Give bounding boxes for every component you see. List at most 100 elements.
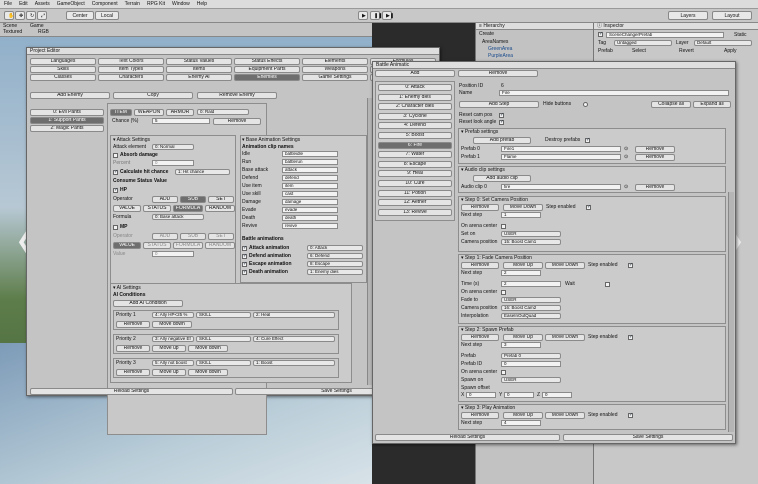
scale-tool-icon[interactable]: ⤢	[37, 11, 47, 20]
step-2-remove-button[interactable]: Remove	[461, 334, 499, 341]
priority-action-dropdown[interactable]: 1: Boost	[253, 360, 335, 366]
audio-clip-field[interactable]: fire	[501, 184, 621, 190]
anim-clip-field[interactable]: evade	[282, 207, 338, 213]
animation-list-item[interactable]: 9: Heal	[378, 170, 452, 178]
tab-tabs_row2-4[interactable]: Weapons	[302, 66, 368, 73]
step-3-header[interactable]: ▾ Step 3: Play Animation	[461, 405, 515, 411]
step-1-interp-dropdown[interactable]: EaseInOutQuad	[501, 313, 561, 319]
step-2-prefab-id-field[interactable]: 0	[501, 361, 561, 367]
priority-move-down-button[interactable]: Move down	[188, 345, 228, 352]
active-checkbox[interactable]: ✓	[598, 32, 603, 37]
step-0-next-step-field[interactable]: 1	[501, 212, 541, 218]
menu-item[interactable]: GameObject	[57, 1, 85, 7]
step-icon[interactable]: ▶❚	[382, 11, 394, 20]
drop-tab-weapon[interactable]: WEAPON	[134, 109, 164, 116]
battle-anim-dropdown[interactable]: 8: Escape	[307, 261, 363, 267]
step-2-spawn-on-dropdown[interactable]: USER	[501, 377, 561, 383]
step-0-cam-pos-dropdown[interactable]: 15: Boost Cam1	[501, 239, 561, 245]
ba-reload-settings-button[interactable]: Reload Settings	[375, 434, 560, 441]
step-2-arena-checkbox[interactable]	[501, 370, 506, 375]
step-2-move-down-button[interactable]: Move Down	[545, 334, 585, 341]
reset-cam-checkbox[interactable]: ✓	[499, 113, 504, 118]
add-step-button[interactable]: Add Step	[459, 101, 539, 108]
priority-condition-dropdown[interactable]: 3: Ally negative Ef	[152, 336, 194, 342]
priority-move-down-button[interactable]: Move down	[152, 321, 192, 328]
animation-list-item[interactable]: 5: Boost	[378, 132, 452, 139]
step-1-cam-pos-dropdown[interactable]: 16: Boost Cam2	[501, 305, 561, 311]
menu-item[interactable]: File	[4, 1, 12, 7]
step-1-remove-button[interactable]: Remove	[461, 262, 499, 269]
anim-clip-field[interactable]: damage	[282, 199, 338, 205]
hp-checkbox[interactable]: ✓	[113, 188, 118, 193]
object-picker-icon[interactable]: ⊙	[624, 146, 628, 152]
absorb-damage-checkbox[interactable]	[113, 153, 118, 158]
menu-item[interactable]: Window	[172, 1, 190, 7]
layers-dropdown[interactable]: Layers	[668, 11, 708, 20]
animation-list-item[interactable]: 7: Water	[378, 151, 452, 159]
animation-list-item[interactable]: 10: Cure	[378, 180, 452, 187]
priority-remove-button[interactable]: Remove	[116, 369, 150, 376]
drop-tab-item[interactable]: ITEM	[110, 109, 132, 116]
tag-dropdown[interactable]: Untagged	[614, 40, 672, 46]
animation-list-item[interactable]: 1: Enemy dies	[378, 93, 452, 101]
object-picker-icon[interactable]: ⊙	[624, 154, 628, 160]
prefab-revert-button[interactable]: Revert	[679, 48, 694, 54]
remove-prefab-button[interactable]: Remove	[635, 146, 675, 153]
op-set-button[interactable]: SET	[208, 196, 234, 203]
remove-drop-button[interactable]: Remove	[213, 118, 261, 125]
audio-settings-header[interactable]: ▾ Audio clip settings	[461, 167, 505, 173]
animation-list-item[interactable]: 4: Defend	[378, 122, 452, 130]
copy-button[interactable]: Copy	[113, 92, 193, 99]
reset-look-checkbox[interactable]: ✓	[499, 120, 504, 125]
anim-clip-field[interactable]: revive	[282, 223, 338, 229]
play-icon[interactable]: ▶	[358, 11, 368, 20]
anim-clip-field[interactable]: cast	[282, 191, 338, 197]
anim-clip-field[interactable]: defend	[282, 175, 338, 181]
val-status-button[interactable]: STATUS	[143, 205, 171, 212]
battle-anim-checkbox[interactable]: ✓	[242, 254, 247, 259]
tab-tabs_row2-2[interactable]: Items	[166, 66, 232, 73]
remove-audio-button[interactable]: Remove	[635, 184, 675, 191]
step-0-header[interactable]: ▾ Step 0: Set Camera Position	[461, 197, 528, 203]
add-enemy-button[interactable]: Add Enemy	[30, 92, 110, 99]
val-formula-button[interactable]: FORMULA	[173, 205, 203, 212]
offset-x-field[interactable]: 0	[466, 392, 496, 398]
battle-anim-checkbox[interactable]: ✓	[242, 262, 247, 267]
tab-tabs_row1-4[interactable]: Elements	[302, 58, 368, 65]
step-2-next-step-field[interactable]: 3	[501, 342, 541, 348]
chance-field[interactable]: 5	[152, 118, 210, 124]
step-2-header[interactable]: ▾ Step 2: Spawn Prefab	[461, 327, 514, 333]
prefab-apply-button[interactable]: Apply	[724, 48, 737, 54]
rotate-tool-icon[interactable]: ↻	[26, 11, 36, 20]
offset-z-field[interactable]: 0	[542, 392, 572, 398]
expand-all-button[interactable]: Expand all	[693, 101, 731, 108]
anim-clip-field[interactable]: battlerun	[282, 159, 338, 165]
hand-tool-icon[interactable]: ✋	[4, 11, 14, 20]
drop-tab-armor[interactable]: ARMOR	[166, 109, 194, 116]
enemy-list-item[interactable]: 1: Support Pants	[30, 117, 104, 124]
tab-tabs_row2-3[interactable]: Equipment Parts	[234, 66, 300, 73]
layout-dropdown[interactable]: Layout	[712, 11, 752, 20]
step-3-enabled-checkbox[interactable]: ✓	[628, 413, 633, 418]
step-1-enabled-checkbox[interactable]: ✓	[628, 263, 633, 268]
step-0-move-down-button[interactable]: Move Down	[503, 204, 543, 211]
hierarchy-create-button[interactable]: Create	[479, 31, 494, 37]
animation-list-item[interactable]: 12: Aether	[378, 199, 452, 207]
reload-settings-button[interactable]: Reload Settings	[30, 388, 233, 395]
rgb-dropdown[interactable]: RGB	[38, 29, 49, 35]
battle-anim-checkbox[interactable]: ✓	[242, 246, 247, 251]
attack-element-dropdown[interactable]: 0: Normal	[152, 144, 194, 150]
hierarchy-item[interactable]: PurpleArea	[488, 53, 513, 59]
step-3-next-step-field[interactable]: 4	[501, 420, 541, 426]
tab-tabs_row1-1[interactable]: Text Colors	[98, 58, 164, 65]
animation-list-item[interactable]: 8: Escape	[378, 160, 452, 168]
pivot-center-button[interactable]: Center	[66, 11, 94, 20]
attack-settings-header[interactable]: ▾ Attack Settings	[113, 137, 150, 143]
battle-anim-dropdown[interactable]: 0: Attack	[307, 245, 363, 251]
step-0-set-on-dropdown[interactable]: USER	[501, 231, 561, 237]
collapse-all-button[interactable]: Collapse all	[651, 101, 691, 108]
prefab-row-field[interactable]: Fire1	[501, 146, 621, 152]
tab-tabs_row3-3[interactable]: Enemies	[234, 74, 300, 81]
offset-y-field[interactable]: 0	[504, 392, 534, 398]
add-animation-button[interactable]: Add	[375, 70, 455, 77]
